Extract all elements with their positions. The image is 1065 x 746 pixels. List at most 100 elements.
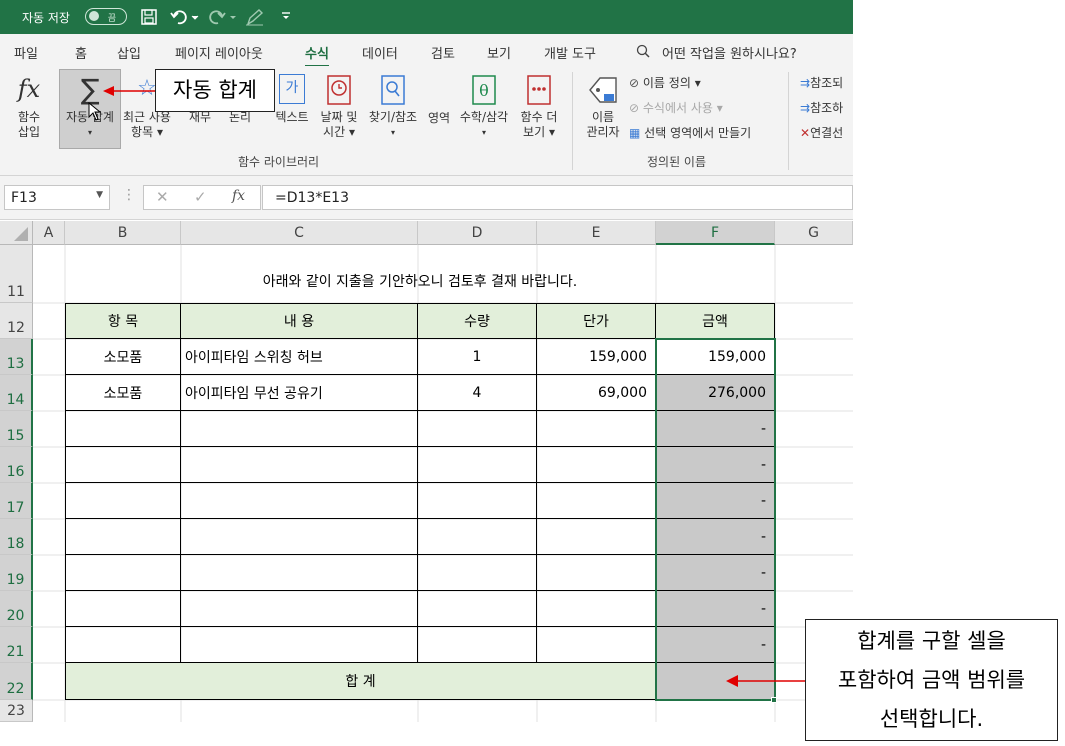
- empty-cell[interactable]: [418, 411, 537, 447]
- header-item[interactable]: 항 목: [66, 304, 181, 339]
- tab-page-layout[interactable]: 페이지 레이아웃: [175, 43, 263, 62]
- table-cell-description[interactable]: 아이피타임 무선 공유기: [181, 375, 418, 411]
- column-header-d[interactable]: D: [418, 221, 537, 245]
- empty-cell[interactable]: [66, 483, 181, 519]
- use-in-formula-button[interactable]: ⊘ 수식에서 사용 ▾: [629, 99, 723, 116]
- name-manager-button[interactable]: 이름 관리자: [582, 74, 624, 140]
- tab-file[interactable]: 파일: [14, 43, 38, 62]
- create-from-selection-button[interactable]: ▦ 선택 영역에서 만들기: [629, 124, 751, 141]
- empty-cell[interactable]: [66, 411, 181, 447]
- empty-cell[interactable]: [181, 591, 418, 627]
- row-header-19[interactable]: 19: [0, 555, 33, 591]
- name-box[interactable]: F13 ▼: [4, 185, 110, 210]
- undo-icon[interactable]: [170, 8, 200, 26]
- autosave-toggle[interactable]: 끔: [85, 8, 127, 25]
- empty-cell[interactable]: [181, 411, 418, 447]
- more-functions-button[interactable]: 함수 더 보기 ▾: [514, 74, 564, 140]
- insert-function-icon[interactable]: fx: [232, 188, 245, 204]
- empty-cell[interactable]: [537, 483, 656, 519]
- empty-cell[interactable]: [181, 519, 418, 555]
- table-cell-unit-price[interactable]: 69,000: [537, 375, 656, 411]
- row-header-16[interactable]: 16: [0, 447, 33, 483]
- define-name-button[interactable]: ⊘ 이름 정의 ▾: [629, 74, 701, 91]
- column-header-f[interactable]: F: [656, 221, 775, 245]
- empty-cell[interactable]: [66, 519, 181, 555]
- date-time-button[interactable]: 날짜 및 시간 ▾: [316, 74, 362, 140]
- enter-icon[interactable]: ✓: [194, 188, 207, 206]
- trace-dependents-button[interactable]: ⇉참조하: [800, 99, 843, 116]
- row-header-12[interactable]: 12: [0, 303, 33, 339]
- tab-review[interactable]: 검토: [431, 43, 455, 62]
- table-cell-description[interactable]: 아이피타임 스위칭 허브: [181, 339, 418, 375]
- notice-cell[interactable]: 아래와 같이 지출을 기안하오니 검토후 결재 바랍니다.: [65, 245, 775, 303]
- empty-cell[interactable]: [418, 447, 537, 483]
- header-description[interactable]: 내 용: [181, 304, 418, 339]
- empty-cell[interactable]: [181, 447, 418, 483]
- row-header-18[interactable]: 18: [0, 519, 33, 555]
- tab-data[interactable]: 데이터: [362, 43, 398, 62]
- row-header-11[interactable]: 11: [0, 245, 33, 303]
- empty-cell[interactable]: [418, 591, 537, 627]
- column-header-a[interactable]: A: [33, 221, 65, 245]
- header-quantity[interactable]: 수량: [418, 304, 537, 339]
- empty-cell[interactable]: [537, 519, 656, 555]
- trace-precedents-button[interactable]: ⇉참조되: [800, 74, 843, 91]
- empty-cell[interactable]: [537, 627, 656, 663]
- row-header-17[interactable]: 17: [0, 483, 33, 519]
- row-header-13[interactable]: 13: [0, 339, 33, 375]
- row-header-20[interactable]: 20: [0, 591, 33, 627]
- empty-cell[interactable]: [181, 555, 418, 591]
- tab-view[interactable]: 보기: [487, 43, 511, 62]
- fill-handle[interactable]: [771, 697, 777, 703]
- empty-cell[interactable]: [418, 519, 537, 555]
- empty-cell[interactable]: [66, 591, 181, 627]
- empty-cell[interactable]: [418, 483, 537, 519]
- tab-developer[interactable]: 개발 도구: [544, 43, 596, 62]
- pen-icon[interactable]: [245, 8, 265, 26]
- tab-home[interactable]: 홈: [75, 43, 87, 62]
- table-cell-quantity[interactable]: 4: [418, 375, 537, 411]
- table-cell-unit-price[interactable]: 159,000: [537, 339, 656, 375]
- table-cell-item[interactable]: 소모품: [66, 339, 181, 375]
- row-header-23[interactable]: 23: [0, 700, 33, 722]
- select-all-corner[interactable]: [0, 221, 33, 245]
- tab-formulas[interactable]: 수식: [305, 43, 329, 68]
- header-unit-price[interactable]: 단가: [537, 304, 656, 339]
- tab-insert[interactable]: 삽입: [117, 43, 141, 62]
- empty-cell[interactable]: [66, 447, 181, 483]
- name-box-dropdown-icon[interactable]: ▼: [96, 190, 103, 200]
- tell-me-input[interactable]: 어떤 작업을 원하시나요?: [662, 43, 797, 62]
- table-cell-item[interactable]: 소모품: [66, 375, 181, 411]
- text-functions-button[interactable]: 가 텍스트: [268, 74, 316, 125]
- column-header-c[interactable]: C: [181, 221, 418, 245]
- math-trig-button[interactable]: θ 수학/삼각 ▾: [455, 74, 513, 140]
- row-header-21[interactable]: 21: [0, 627, 33, 663]
- column-header-b[interactable]: B: [65, 221, 181, 245]
- empty-cell[interactable]: [537, 411, 656, 447]
- save-icon[interactable]: [140, 8, 158, 26]
- cancel-icon[interactable]: ✕: [156, 188, 169, 206]
- empty-cell[interactable]: [537, 591, 656, 627]
- empty-cell[interactable]: [66, 555, 181, 591]
- empty-cell[interactable]: [66, 627, 181, 663]
- insert-function-button[interactable]: fx 함수 삽입: [8, 74, 50, 140]
- column-header-e[interactable]: E: [537, 221, 656, 245]
- redo-icon[interactable]: [208, 8, 238, 26]
- lookup-reference-button[interactable]: 찾기/참조 ▾: [363, 74, 423, 140]
- empty-cell[interactable]: [181, 627, 418, 663]
- empty-cell[interactable]: [418, 627, 537, 663]
- remove-arrows-button[interactable]: ✕연결선: [800, 124, 843, 141]
- formula-input[interactable]: =D13*E13: [262, 185, 853, 210]
- row-header-14[interactable]: 14: [0, 375, 33, 411]
- table-cell-quantity[interactable]: 1: [418, 339, 537, 375]
- row-header-22[interactable]: 22: [0, 663, 33, 700]
- empty-cell[interactable]: [537, 555, 656, 591]
- row-header-15[interactable]: 15: [0, 411, 33, 447]
- empty-cell[interactable]: [181, 483, 418, 519]
- total-label-cell[interactable]: 합 계: [66, 663, 656, 699]
- empty-cell[interactable]: [537, 447, 656, 483]
- customize-toolbar-icon[interactable]: [280, 10, 292, 22]
- column-header-g[interactable]: G: [775, 221, 853, 245]
- header-amount[interactable]: 금액: [656, 304, 774, 339]
- empty-cell[interactable]: [418, 555, 537, 591]
